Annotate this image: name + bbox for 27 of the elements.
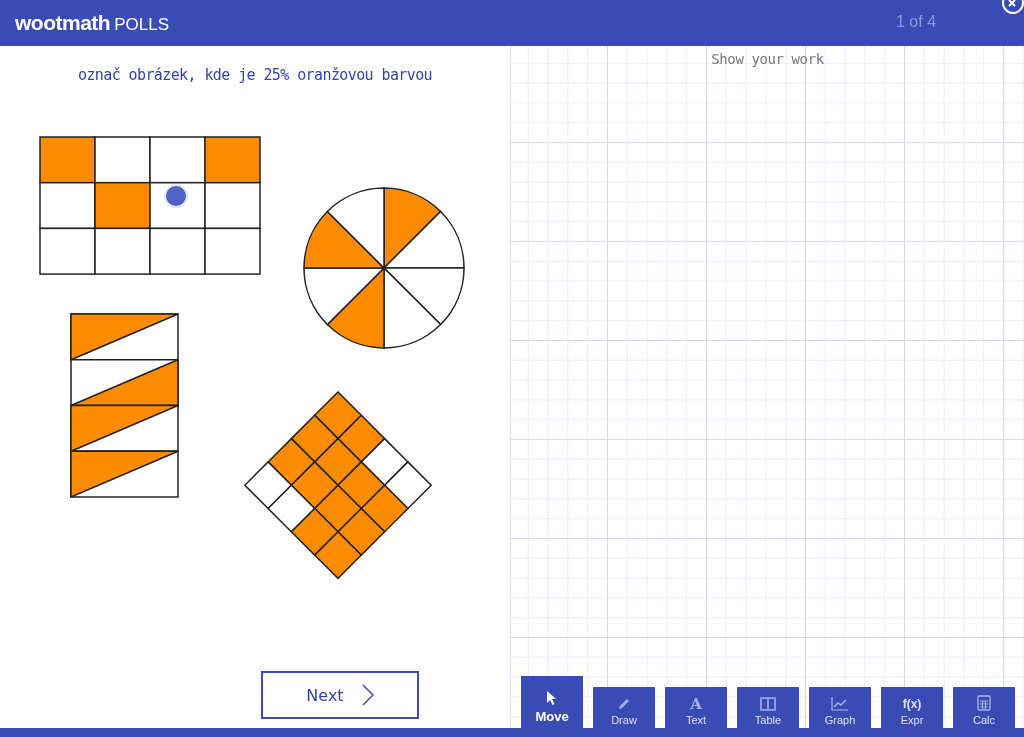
chevron-right-icon xyxy=(361,684,374,706)
next-button[interactable]: Next xyxy=(261,671,419,719)
calculator-icon xyxy=(977,695,991,711)
striped-rectangle-figure[interactable] xyxy=(70,313,179,498)
pie-figure[interactable] xyxy=(302,186,466,350)
tool-tab[interactable]: Graph xyxy=(809,687,871,728)
product-name: POLLS xyxy=(114,15,169,35)
workspace-label: Show your work xyxy=(711,51,824,67)
progress-counter: 1 of 4 xyxy=(896,13,937,31)
tool-tab[interactable]: Move xyxy=(521,676,583,728)
graph-paper-workspace[interactable]: Show your work Move Draw A Text Table Graph f(x) Expr Calc xyxy=(511,46,1024,728)
grid-figure[interactable] xyxy=(39,136,261,275)
close-icon[interactable] xyxy=(1002,0,1024,14)
line-chart-icon xyxy=(831,697,849,711)
tool-glyph-icon: A xyxy=(690,697,702,711)
tool-tab[interactable]: f(x) Expr xyxy=(881,687,943,728)
logo-text: wootmath xyxy=(15,11,111,35)
tool-tab[interactable]: A Text xyxy=(665,687,727,728)
question-text: označ obrázek, kde je 25% oranžovou barvou xyxy=(76,66,434,84)
diamond-figure[interactable] xyxy=(244,391,432,579)
tool-tab[interactable]: Table xyxy=(737,687,799,728)
tool-glyph-icon: f(x) xyxy=(902,697,922,711)
cursor-icon xyxy=(546,690,558,706)
tool-tab[interactable]: Draw xyxy=(593,687,655,728)
tool-tab[interactable]: Calc xyxy=(953,687,1015,728)
table-icon xyxy=(760,697,776,711)
pencil-icon xyxy=(617,697,631,711)
